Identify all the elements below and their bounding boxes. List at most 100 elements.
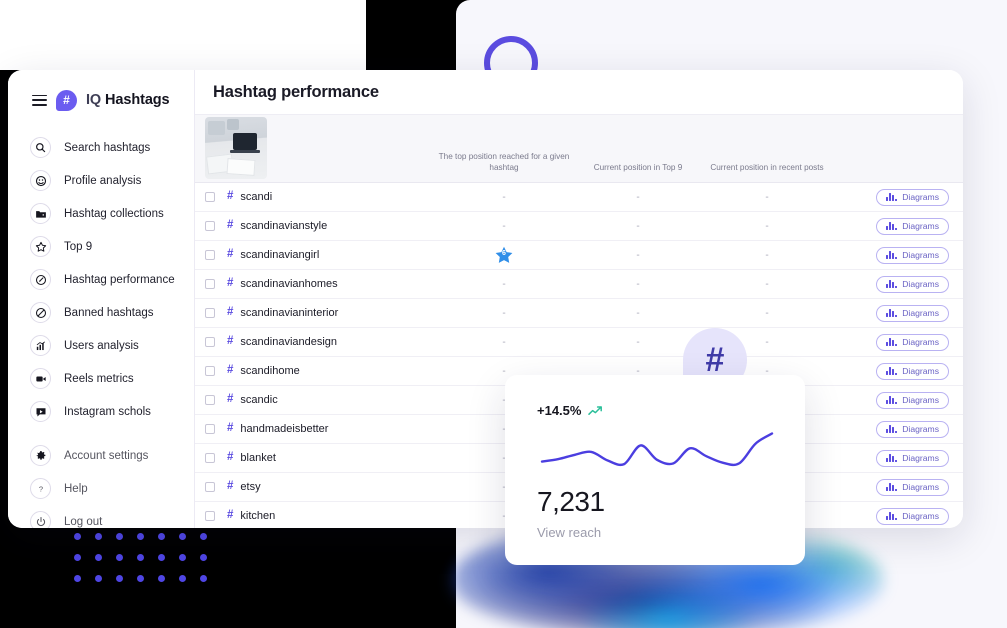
row-checkbox[interactable]	[205, 366, 215, 376]
sidebar-item-hashtag-performance[interactable]: Hashtag performance	[8, 263, 194, 296]
hashtag-name-cell: # scandinavianstyle	[227, 220, 429, 232]
bar-chart-icon	[886, 280, 898, 288]
hashtag-label: scandinavianinterior	[240, 307, 339, 319]
sidebar-item-log-out[interactable]: Log out	[8, 505, 194, 528]
bar-chart-icon	[886, 425, 898, 433]
row-checkbox[interactable]	[205, 279, 215, 289]
sidebar-item-instagram-schols[interactable]: Instagram schols	[8, 395, 194, 428]
diagrams-button[interactable]: Diagrams	[876, 391, 949, 409]
row-checkbox[interactable]	[205, 424, 215, 434]
hashtag-name-cell: # scandic	[227, 394, 429, 406]
row-actions-cell: Diagrams	[837, 275, 949, 293]
table-row[interactable]: # scandinavianhomes - - - Diagrams	[195, 270, 963, 299]
diagrams-button[interactable]: Diagrams	[876, 333, 949, 351]
row-checkbox-cell[interactable]	[205, 192, 227, 202]
row-checkbox[interactable]	[205, 511, 215, 521]
sidebar: # IQ Hashtags Search hashtags Profile an…	[8, 70, 195, 528]
diagrams-button[interactable]: Diagrams	[876, 420, 949, 438]
diagrams-button-label: Diagrams	[902, 250, 939, 260]
diagrams-button[interactable]: Diagrams	[876, 246, 949, 264]
row-checkbox-cell[interactable]	[205, 279, 227, 289]
diagrams-button[interactable]: Diagrams	[876, 449, 949, 467]
diagrams-button[interactable]: Diagrams	[876, 478, 949, 496]
row-checkbox-cell[interactable]	[205, 366, 227, 376]
hashtag-symbol-icon: #	[227, 277, 234, 290]
row-actions-cell: Diagrams	[837, 478, 949, 496]
sidebar-item-reels-metrics[interactable]: Reels metrics	[8, 362, 194, 395]
diagrams-button[interactable]: Diagrams	[876, 362, 949, 380]
bar-chart-icon	[886, 222, 898, 230]
row-checkbox-cell[interactable]	[205, 511, 227, 521]
row-checkbox[interactable]	[205, 482, 215, 492]
table-row[interactable]: # scandinaviangirl 6 - - Diagrams	[195, 241, 963, 270]
brand-iq: IQ	[86, 92, 102, 108]
sidebar-item-label: Users analysis	[64, 339, 139, 352]
cell-current-top9: -	[636, 307, 640, 319]
sidebar-item-account-settings[interactable]: Account settings	[8, 439, 194, 472]
diagrams-button[interactable]: Diagrams	[876, 217, 949, 235]
table-header-row: The top position reached for a given has…	[195, 115, 963, 183]
row-checkbox-cell[interactable]	[205, 453, 227, 463]
hamburger-menu-icon[interactable]	[32, 94, 47, 106]
view-reach-sparkline-chart	[537, 426, 774, 472]
row-checkbox[interactable]	[205, 453, 215, 463]
hashtag-symbol-icon: #	[227, 248, 234, 261]
cell-empty-value: -	[502, 336, 506, 348]
sidebar-divider	[8, 428, 194, 439]
row-checkbox[interactable]	[205, 192, 215, 202]
brand-row: # IQ Hashtags	[8, 84, 194, 116]
row-checkbox[interactable]	[205, 395, 215, 405]
hashtag-label: scandihome	[240, 365, 300, 377]
sidebar-item-label: Reels metrics	[64, 372, 134, 385]
diagrams-button[interactable]: Diagrams	[876, 275, 949, 293]
cell-top-position: -	[429, 221, 579, 232]
sidebar-item-hashtag-collections[interactable]: Hashtag collections	[8, 197, 194, 230]
diagrams-button-label: Diagrams	[902, 337, 939, 347]
row-checkbox-cell[interactable]	[205, 221, 227, 231]
row-checkbox-cell[interactable]	[205, 482, 227, 492]
row-checkbox[interactable]	[205, 308, 215, 318]
sidebar-item-help[interactable]: ? Help	[8, 472, 194, 505]
table-row[interactable]: # scandi - - - Diagrams	[195, 183, 963, 212]
diagrams-button-label: Diagrams	[902, 308, 939, 318]
diagrams-button[interactable]: Diagrams	[876, 304, 949, 322]
sidebar-item-profile-analysis[interactable]: Profile analysis	[8, 164, 194, 197]
row-checkbox[interactable]	[205, 337, 215, 347]
row-checkbox-cell[interactable]	[205, 424, 227, 434]
row-checkbox[interactable]	[205, 250, 215, 260]
hashtag-symbol-icon: #	[227, 219, 234, 232]
row-checkbox[interactable]	[205, 221, 215, 231]
table-row[interactable]: # scandinavianinterior - - - Diagrams	[195, 299, 963, 328]
row-checkbox-cell[interactable]	[205, 395, 227, 405]
sidebar-item-label: Log out	[64, 515, 103, 528]
cell-current-recent: -	[765, 191, 769, 203]
column-header-current-top9: Current position in Top 9	[593, 162, 683, 172]
table-row[interactable]: # scandinavianstyle - - - Diagrams	[195, 212, 963, 241]
sidebar-item-banned-hashtags[interactable]: Banned hashtags	[8, 296, 194, 329]
star-icon	[30, 236, 51, 257]
cell-current-top9: -	[636, 336, 640, 348]
row-checkbox-cell[interactable]	[205, 308, 227, 318]
cell-empty-value: -	[502, 365, 506, 377]
cell-current-top9: -	[636, 278, 640, 290]
row-actions-cell: Diagrams	[837, 391, 949, 409]
diagrams-button[interactable]: Diagrams	[876, 188, 949, 206]
stat-value: 7,231	[537, 486, 605, 517]
cell-top-position: -	[429, 337, 579, 348]
background-panel-top-left	[0, 0, 366, 70]
bar-chart-icon	[886, 193, 898, 201]
cell-current-recent: -	[765, 249, 769, 261]
row-checkbox-cell[interactable]	[205, 337, 227, 347]
hashtag-bubble-glyph: #	[705, 341, 725, 379]
hashtag-label: scandinavianstyle	[240, 220, 328, 232]
hashtag-symbol-icon: #	[227, 451, 234, 464]
cell-current-recent: -	[765, 220, 769, 232]
table-row[interactable]: # scandinaviandesign - - - Diagrams	[195, 328, 963, 357]
sidebar-item-top-9[interactable]: Top 9	[8, 230, 194, 263]
sidebar-item-users-analysis[interactable]: Users analysis	[8, 329, 194, 362]
diagrams-button[interactable]: Diagrams	[876, 507, 949, 525]
stat-percent-change: +14.5%	[537, 403, 582, 418]
row-checkbox-cell[interactable]	[205, 250, 227, 260]
sidebar-item-search-hashtags[interactable]: Search hashtags	[8, 131, 194, 164]
hashtag-name-cell: # scandinaviangirl	[227, 249, 429, 261]
